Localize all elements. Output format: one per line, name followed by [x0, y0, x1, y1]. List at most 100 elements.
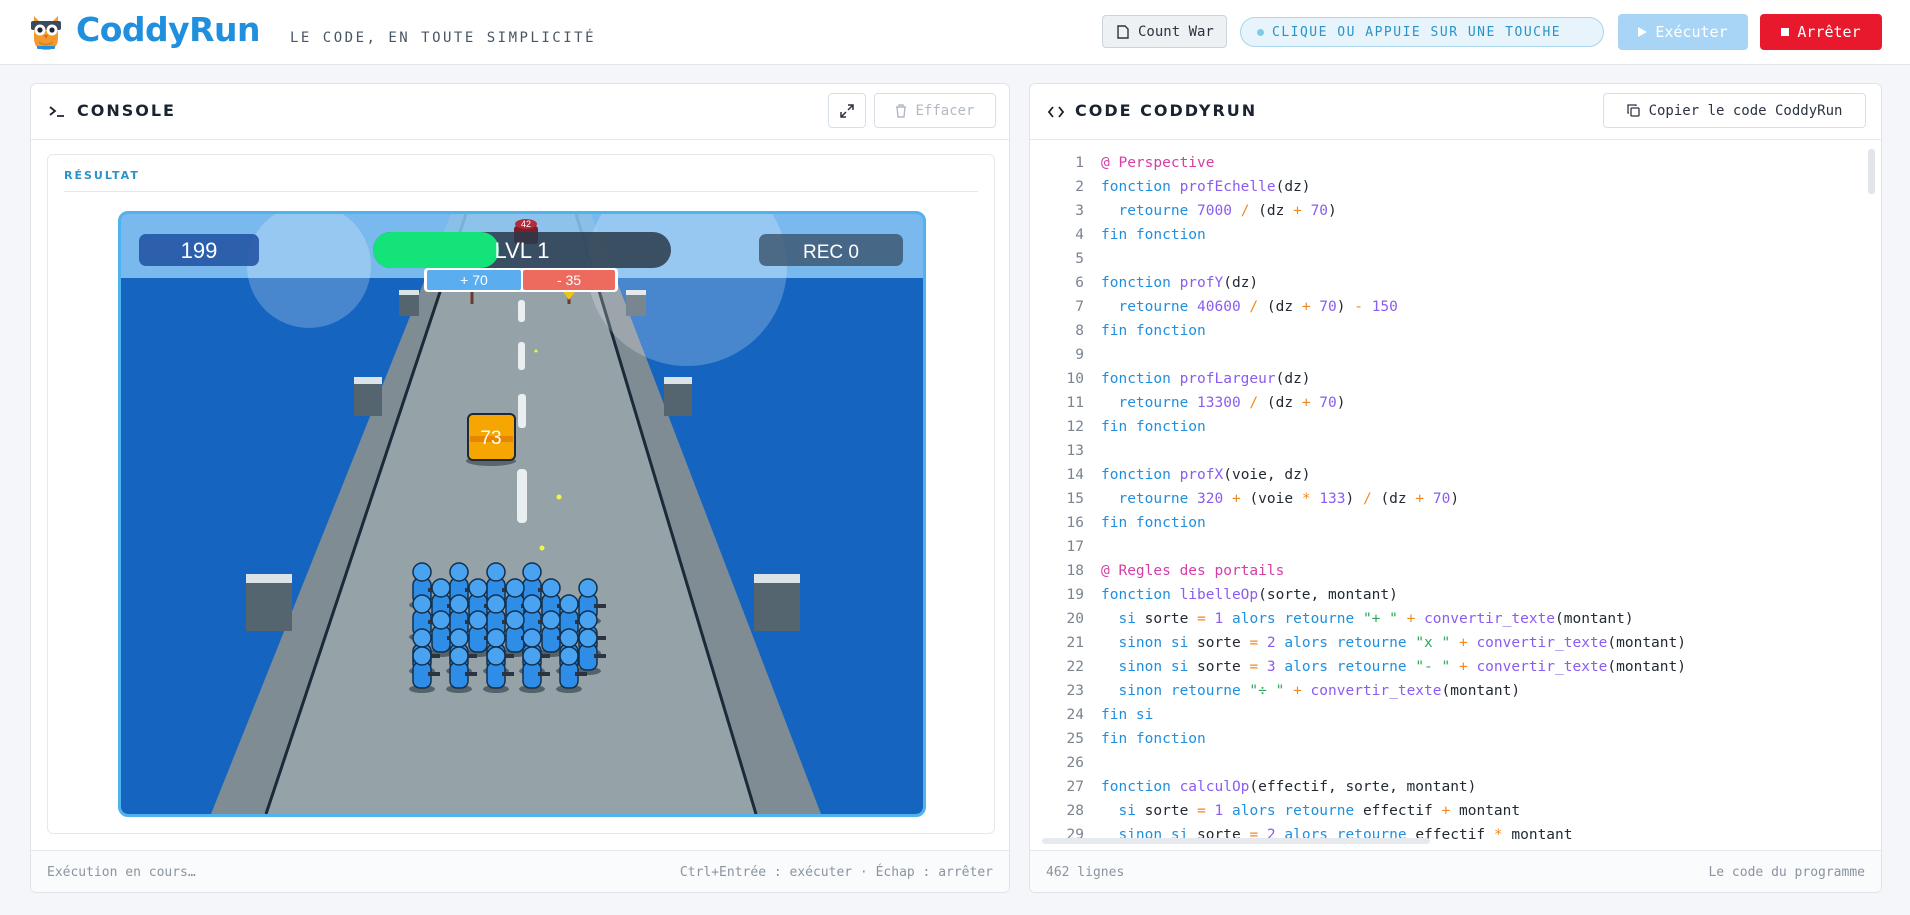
- code-line[interactable]: 17: [1030, 535, 1881, 559]
- code-token: sorte: [1197, 635, 1250, 651]
- code-line[interactable]: 5: [1030, 247, 1881, 271]
- vertical-scrollbar[interactable]: [1868, 149, 1875, 194]
- code-token: ): [1328, 203, 1337, 219]
- code-text: sinon retourne "÷ " + convertir_texte(mo…: [1101, 679, 1520, 703]
- code-token: "+ ": [1362, 611, 1398, 627]
- code-line[interactable]: 28 si sorte = 1 alors retourne effectif …: [1030, 799, 1881, 823]
- code-line[interactable]: 6 fonction profY(dz): [1030, 271, 1881, 295]
- code-token: sinon si: [1118, 635, 1198, 651]
- result-area: RÉSULTAT 42 199 LVL 1 REC 0 + 70 - 35 73: [47, 154, 995, 834]
- code-token: =: [1249, 635, 1267, 651]
- line-number: 10: [1066, 371, 1084, 387]
- line-number: 2: [1075, 179, 1084, 195]
- code-token: fin fonction: [1101, 227, 1206, 243]
- line-number: 22: [1066, 659, 1084, 675]
- code-line[interactable]: 24 fin si: [1030, 703, 1881, 727]
- code-token: +: [1293, 203, 1311, 219]
- horizontal-scrollbar[interactable]: [1042, 838, 1430, 844]
- code-token: 320: [1197, 491, 1224, 507]
- code-token: alors retourne: [1232, 611, 1363, 627]
- code-line[interactable]: 16 fin fonction: [1030, 511, 1881, 535]
- code-token: (dz: [1258, 203, 1294, 219]
- clear-button[interactable]: Effacer: [874, 93, 996, 128]
- code-token: "÷ ": [1249, 683, 1285, 699]
- code-line[interactable]: 20 si sorte = 1 alors retourne "+ " + co…: [1030, 607, 1881, 631]
- code-line[interactable]: 10 fonction profLargeur(dz): [1030, 367, 1881, 391]
- code-line[interactable]: 21 sinon si sorte = 2 alors retourne "x …: [1030, 631, 1881, 655]
- stop-button[interactable]: Arrêter: [1760, 14, 1882, 50]
- run-button[interactable]: Exécuter: [1618, 14, 1748, 50]
- count-value: 199: [181, 238, 218, 263]
- record-label: REC 0: [803, 242, 859, 263]
- code-token: +: [1223, 491, 1250, 507]
- code-token: ): [1345, 491, 1363, 507]
- code-line[interactable]: 14 fonction profX(voie, dz): [1030, 463, 1881, 487]
- top-bar: CoddyRun LE CODE, EN TOUTE SIMPLICITÉ Co…: [0, 0, 1910, 65]
- code-text: retourne 7000 / (dz + 70): [1101, 199, 1337, 223]
- gate-plus-label: + 70: [460, 272, 488, 288]
- run-label: Exécuter: [1655, 23, 1728, 41]
- code-line[interactable]: 3 retourne 7000 / (dz + 70): [1030, 199, 1881, 223]
- terminal-icon: [49, 106, 64, 117]
- line-number: 5: [1075, 251, 1084, 267]
- code-line[interactable]: 26: [1030, 751, 1881, 775]
- code-line[interactable]: 2 fonction profEchelle(dz): [1030, 175, 1881, 199]
- code-token: (montant): [1555, 611, 1634, 627]
- code-editor[interactable]: 1 @ Perspective 2 fonction profEchelle(dz) 3…: [1030, 141, 1881, 851]
- code-line[interactable]: 23 sinon retourne "÷ " + convertir_texte…: [1030, 679, 1881, 703]
- code-token: sinon si: [1118, 659, 1198, 675]
- code-token: /: [1231, 203, 1259, 219]
- code-line[interactable]: 7 retourne 40600 / (dz + 70) - 150: [1030, 295, 1881, 319]
- expand-button[interactable]: [828, 93, 866, 128]
- code-text: fonction profLargeur(dz): [1101, 367, 1311, 391]
- project-button[interactable]: Count War: [1102, 15, 1227, 48]
- code-token: alors retourne: [1284, 659, 1416, 675]
- code-line[interactable]: 15 retourne 320 + (voie * 133) / (dz + 7…: [1030, 487, 1881, 511]
- code-line[interactable]: 25 fin fonction: [1030, 727, 1881, 751]
- code-line[interactable]: 19 fonction libelleOp(sorte, montant): [1030, 583, 1881, 607]
- code-text: retourne 13300 / (dz + 70): [1101, 391, 1345, 415]
- code-token: (dz): [1275, 371, 1311, 387]
- project-name: Count War: [1138, 23, 1214, 40]
- code-token: (sorte, montant): [1258, 587, 1398, 603]
- crate-value: 73: [480, 428, 501, 449]
- code-line[interactable]: 12 fin fonction: [1030, 415, 1881, 439]
- code-line[interactable]: 8 fin fonction: [1030, 319, 1881, 343]
- line-count: 462 lignes: [1046, 865, 1125, 880]
- game-canvas[interactable]: 42 199 LVL 1 REC 0 + 70 - 35 73: [118, 211, 926, 817]
- code-icon: [1048, 106, 1064, 118]
- code-token: convertir_texte: [1310, 683, 1442, 699]
- code-token: montant: [1511, 827, 1573, 843]
- code-token: +: [1397, 611, 1425, 627]
- code-line[interactable]: 9: [1030, 343, 1881, 367]
- line-number: 8: [1075, 323, 1084, 339]
- line-number: 7: [1075, 299, 1084, 315]
- status-text: CLIQUE OU APPUIE SUR UNE TOUCHE: [1272, 24, 1562, 40]
- code-line[interactable]: 18 @ Regles des portails: [1030, 559, 1881, 583]
- code-token: 70: [1310, 203, 1329, 219]
- code-token: ): [1336, 299, 1355, 315]
- code-token: 1: [1214, 803, 1232, 819]
- code-token: +: [1450, 659, 1477, 675]
- code-line[interactable]: 22 sinon si sorte = 3 alors retourne "- …: [1030, 655, 1881, 679]
- code-token: sinon retourne: [1118, 683, 1250, 699]
- code-text: fonction profX(voie, dz): [1101, 463, 1311, 487]
- code-token: "- ": [1415, 659, 1451, 675]
- console-title: CONSOLE: [77, 101, 176, 120]
- status-pill: CLIQUE OU APPUIE SUR UNE TOUCHE: [1240, 17, 1604, 47]
- code-line[interactable]: 27 fonction calculOp(effectif, sorte, mon…: [1030, 775, 1881, 799]
- code-token: (montant): [1441, 683, 1521, 699]
- line-number: 24: [1066, 707, 1084, 723]
- line-number: 17: [1066, 539, 1084, 555]
- code-line[interactable]: 11 retourne 13300 / (dz + 70): [1030, 391, 1881, 415]
- code-line[interactable]: 1 @ Perspective: [1030, 151, 1881, 175]
- line-number: 23: [1066, 683, 1084, 699]
- code-text: fin fonction: [1101, 319, 1206, 343]
- code-text: @ Regles des portails: [1101, 559, 1284, 583]
- code-line[interactable]: 13: [1030, 439, 1881, 463]
- code-line[interactable]: 4 fin fonction: [1030, 223, 1881, 247]
- copy-code-button[interactable]: Copier le code CoddyRun: [1603, 93, 1866, 128]
